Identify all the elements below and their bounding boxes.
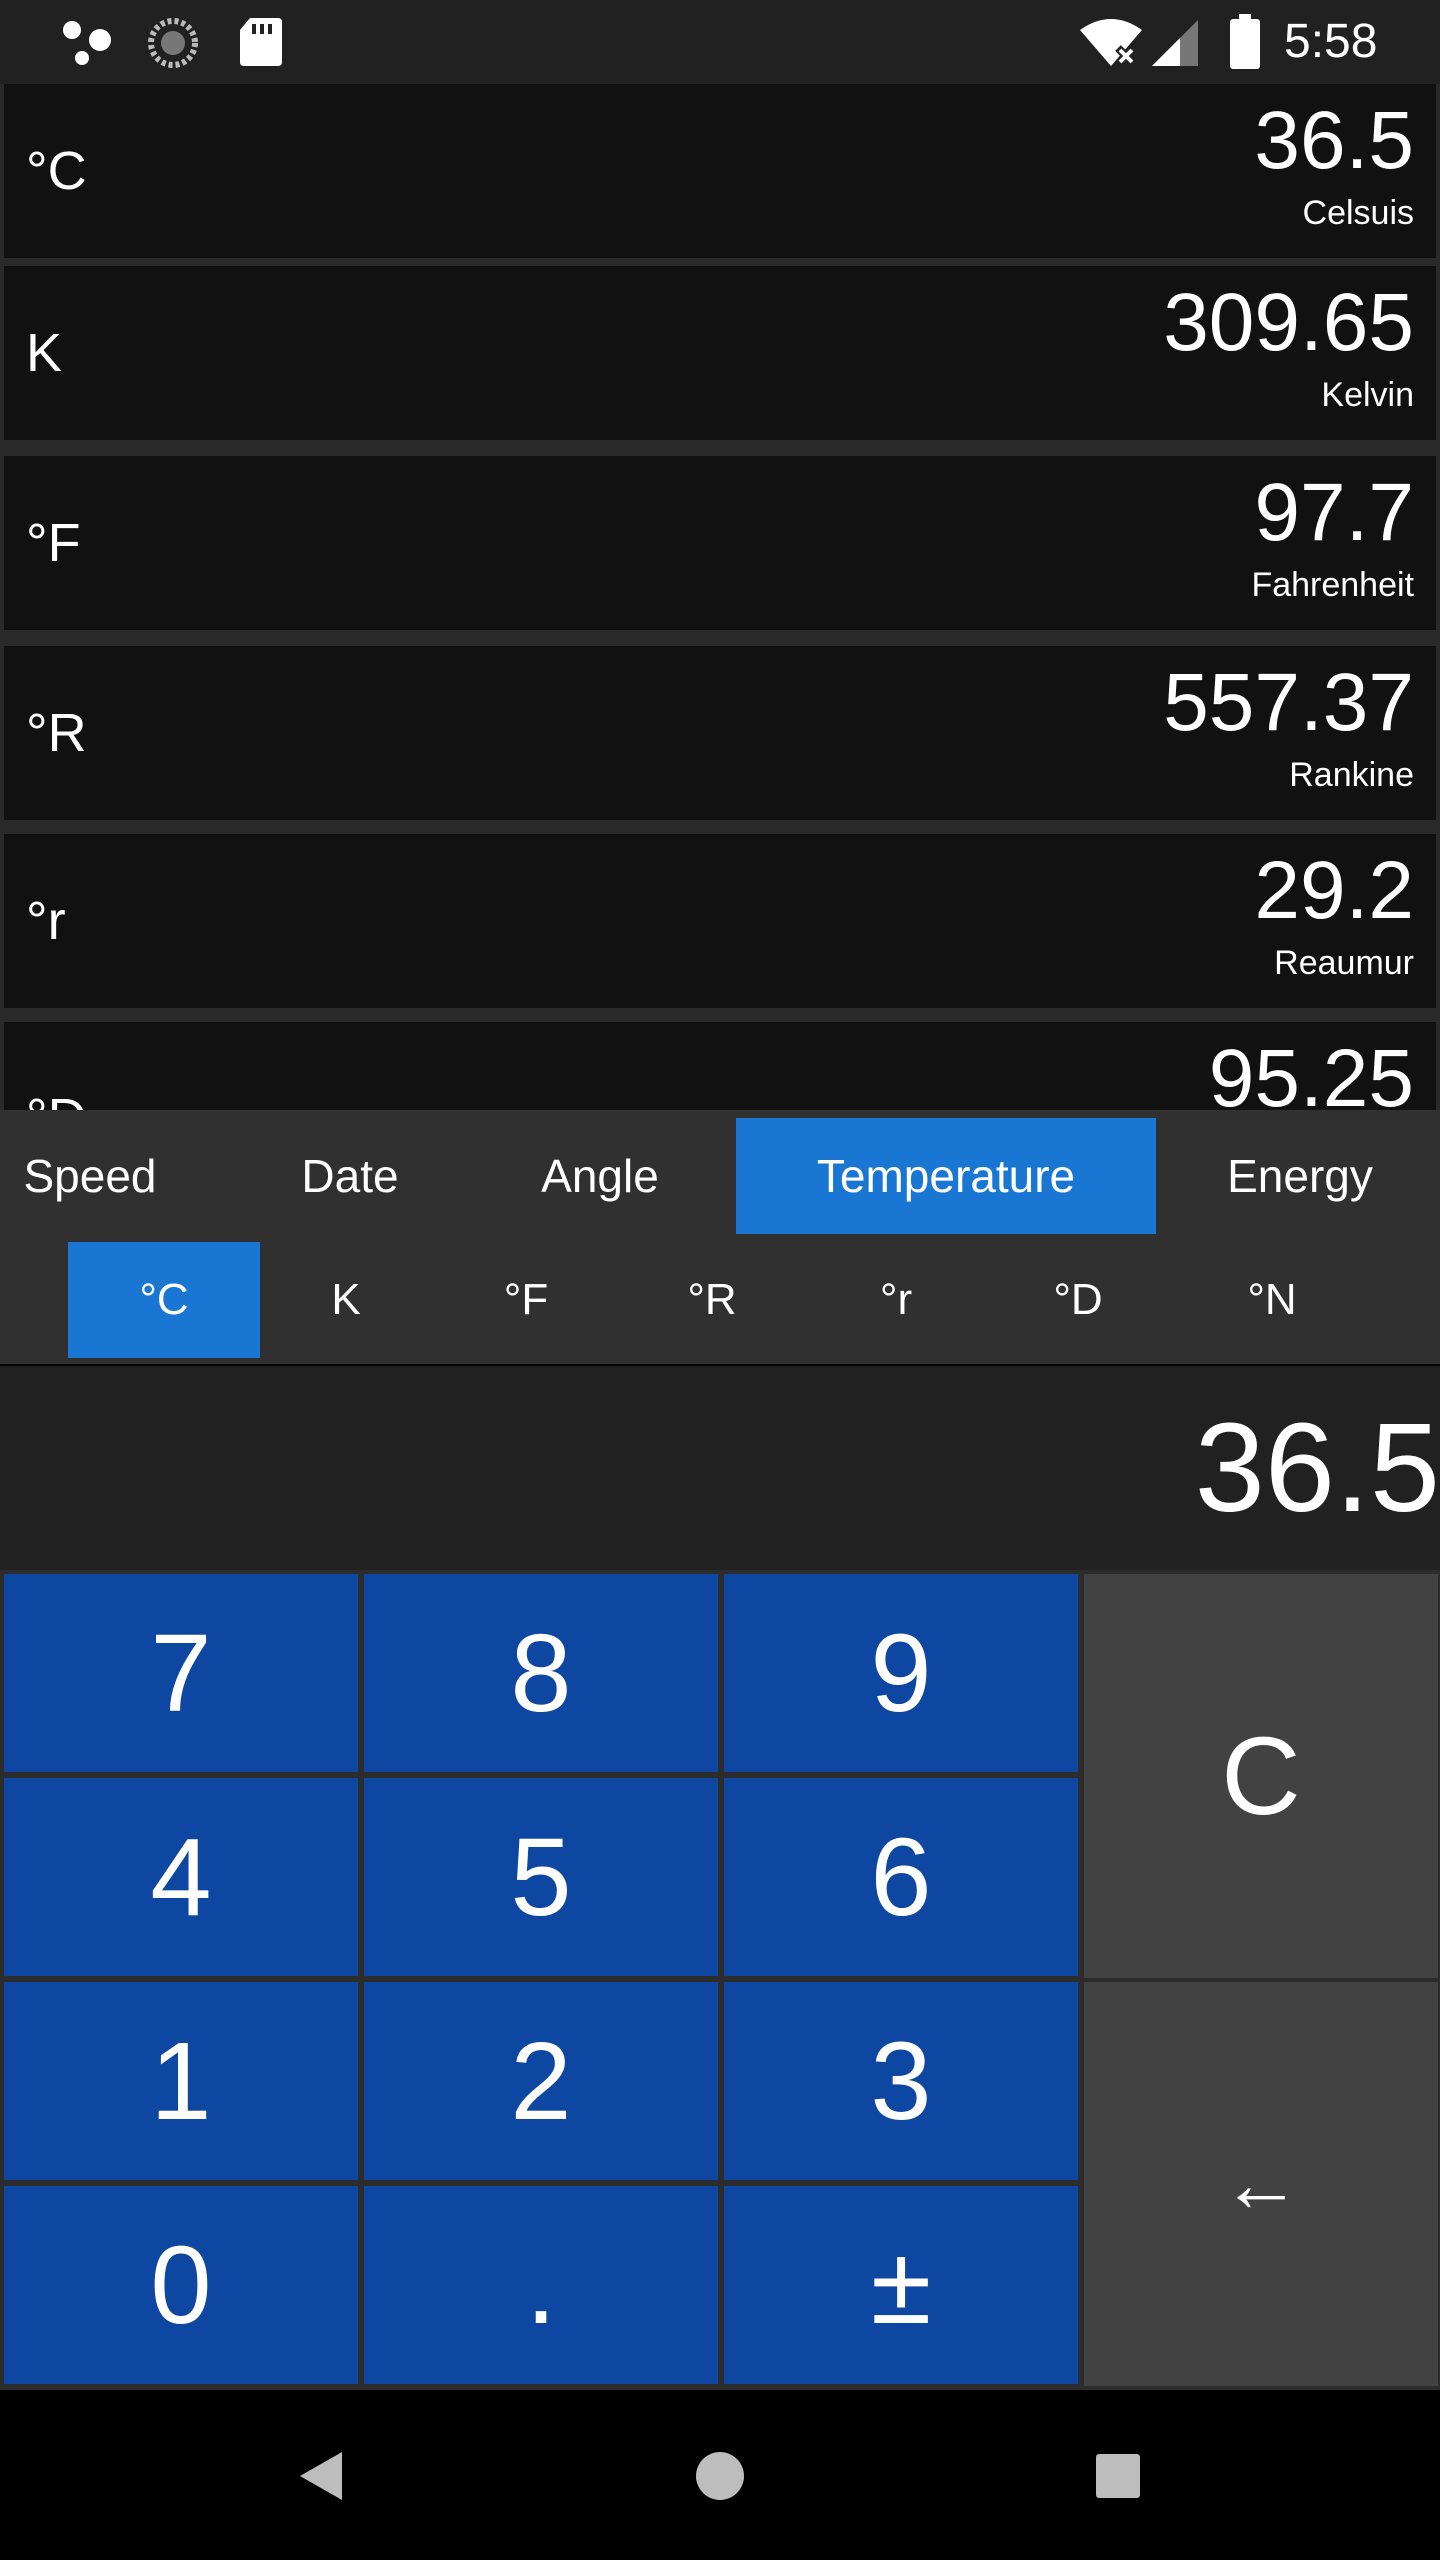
result-symbol: °D [26,1087,87,1110]
recents-icon[interactable] [1074,2432,1162,2520]
backspace-icon: ← [1221,2139,1301,2228]
result-unit-name: Fahrenheit [1251,566,1414,604]
keypad: 7 8 9 C 4 5 6 1 2 3 ← 0 . ± [0,1570,1440,2390]
sd-card-icon [240,18,282,66]
results-list[interactable]: °C 36.5 Celsuis K 309.65 Kelvin °F 97.7 … [0,84,1440,1110]
result-value: 95.25 [1208,1033,1414,1111]
unit-tab-newton[interactable]: °N [1176,1242,1368,1358]
tab-temperature[interactable]: Temperature [736,1118,1156,1234]
status-bar: 5:58 [0,0,1440,84]
unit-tab-fahrenheit[interactable]: °F [430,1242,622,1358]
battery-icon [1230,14,1260,69]
tab-energy[interactable]: Energy [1200,1118,1400,1234]
unit-tabs[interactable]: °C K °F °R °r °D °N [0,1234,1440,1364]
display-value: 36.5 [1194,1397,1440,1538]
result-symbol: K [26,323,63,383]
assistant-icon [63,21,111,65]
key-8[interactable]: 8 [364,1574,718,1772]
result-value: 557.37 [1163,657,1414,748]
result-unit-name: Celsuis [1302,194,1414,232]
back-icon[interactable] [278,2432,366,2520]
result-symbol: °F [26,513,81,573]
unit-tab-reaumur[interactable]: °r [800,1242,992,1358]
category-tabs[interactable]: Speed Date Angle Temperature Energy [0,1110,1440,1234]
result-unit-name: Kelvin [1321,376,1414,414]
key-1[interactable]: 1 [4,1982,358,2180]
unit-tab-rankine[interactable]: °R [616,1242,808,1358]
result-unit-name: Rankine [1289,756,1414,794]
sync-icon [148,18,198,68]
result-row-delisle[interactable]: °D 95.25 [4,1022,1436,1110]
key-3[interactable]: 3 [724,1982,1078,2180]
tab-date[interactable]: Date [250,1118,450,1234]
tab-angle[interactable]: Angle [500,1118,700,1234]
result-symbol: °R [26,703,87,763]
key-2[interactable]: 2 [364,1982,718,2180]
result-row-fahrenheit[interactable]: °F 97.7 Fahrenheit [4,456,1436,630]
unit-tab-kelvin[interactable]: K [250,1242,442,1358]
key-decimal[interactable]: . [364,2186,718,2384]
home-icon[interactable] [676,2432,764,2520]
tab-speed[interactable]: Speed [0,1118,180,1234]
unit-tab-delisle[interactable]: °D [982,1242,1174,1358]
result-value: 97.7 [1254,467,1414,558]
result-row-kelvin[interactable]: K 309.65 Kelvin [4,266,1436,440]
key-7[interactable]: 7 [4,1574,358,1772]
result-value: 309.65 [1163,277,1414,368]
key-plus-minus[interactable]: ± [724,2186,1078,2384]
result-symbol: °r [26,891,66,951]
key-9[interactable]: 9 [724,1574,1078,1772]
key-0[interactable]: 0 [4,2186,358,2384]
result-value: 29.2 [1254,845,1414,936]
result-row-rankine[interactable]: °R 557.37 Rankine [4,646,1436,820]
clear-button[interactable]: C [1084,1574,1438,1978]
backspace-button[interactable]: ← [1084,1982,1438,2386]
signal-icon [1152,20,1198,66]
result-value: 36.5 [1254,95,1414,186]
navigation-bar [0,2390,1440,2560]
unit-tab-celsius[interactable]: °C [68,1242,260,1358]
key-4[interactable]: 4 [4,1778,358,1976]
result-row-reaumur[interactable]: °r 29.2 Reaumur [4,834,1436,1008]
key-6[interactable]: 6 [724,1778,1078,1976]
key-5[interactable]: 5 [364,1778,718,1976]
wifi-off-icon [1080,19,1142,67]
result-unit-name: Reaumur [1274,944,1414,982]
input-display: 36.5 [0,1366,1440,1570]
result-row-celsius[interactable]: °C 36.5 Celsuis [4,84,1436,258]
status-time: 5:58 [1284,15,1378,68]
result-symbol: °C [26,141,87,201]
